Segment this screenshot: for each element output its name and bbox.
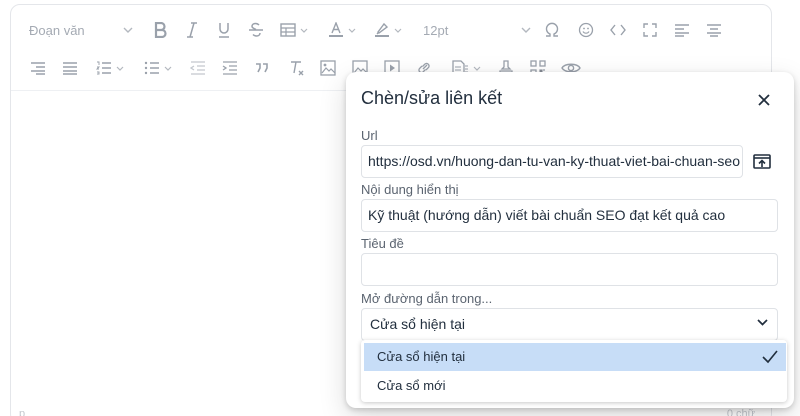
block-format-label: Đoạn văn	[29, 22, 85, 38]
align-right-button[interactable]	[27, 53, 49, 83]
underline-icon	[219, 23, 229, 38]
open-link-in-options: Cửa sổ hiện tại Cửa sổ mới	[361, 340, 787, 402]
select-value: Cửa sổ hiện tại	[370, 316, 465, 332]
align-left-icon	[675, 24, 689, 37]
option-new-window[interactable]: Cửa sổ mới	[364, 372, 786, 400]
align-right-icon	[31, 62, 45, 75]
font-size-label: 12pt	[423, 22, 449, 38]
display-text-input[interactable]: Kỹ thuật (hướng dẫn) viết bài chuẩn SEO …	[361, 199, 778, 232]
blockquote-button[interactable]	[251, 53, 273, 83]
text-color-button[interactable]	[325, 15, 359, 45]
table-icon	[280, 23, 296, 37]
numbered-list-button[interactable]	[91, 53, 129, 83]
open-link-in-label: Mở đường dẫn trong...	[361, 291, 493, 306]
clear-formatting-button[interactable]	[285, 53, 307, 83]
close-icon	[758, 94, 770, 106]
title-input[interactable]	[361, 253, 778, 286]
chevron-down-icon	[164, 66, 172, 71]
insert-link-dialog: Chèn/sửa liên kết Url https://osd.vn/huo…	[346, 72, 794, 408]
outdent-button[interactable]	[187, 53, 209, 83]
url-input[interactable]: https://osd.vn/huong-dan-tu-van-ky-thuat…	[361, 145, 743, 178]
justify-icon	[63, 62, 77, 75]
open-link-in-select[interactable]: Cửa sổ hiện tại	[361, 308, 778, 341]
emoticons-button[interactable]	[575, 15, 597, 45]
outdent-icon	[190, 61, 205, 75]
browse-button[interactable]	[750, 150, 774, 174]
option-current-window[interactable]: Cửa sổ hiện tại	[364, 343, 786, 371]
text-color-icon	[329, 22, 343, 37]
url-label: Url	[361, 128, 378, 143]
bullet-list-button[interactable]	[139, 53, 177, 83]
chevron-down-icon	[123, 27, 133, 33]
table-button[interactable]	[277, 15, 311, 45]
chevron-down-icon	[348, 28, 356, 33]
strikethrough-icon	[249, 22, 263, 37]
checkmark-icon	[762, 350, 778, 364]
option-label: Cửa sổ hiện tại	[377, 349, 466, 364]
smiley-icon	[578, 22, 594, 38]
special-character-button[interactable]	[541, 15, 563, 45]
omega-icon	[545, 22, 559, 37]
chevron-down-icon	[521, 27, 531, 33]
title-label: Tiêu đề	[361, 236, 404, 251]
align-left-button[interactable]	[671, 15, 693, 45]
indent-icon	[222, 61, 237, 75]
browse-icon	[753, 154, 771, 169]
element-path[interactable]: p	[19, 408, 25, 416]
word-count: 0 chữ	[726, 408, 755, 416]
bullet-list-icon	[144, 61, 159, 75]
italic-icon	[187, 22, 197, 38]
bold-button[interactable]	[149, 15, 171, 45]
chevron-down-icon	[473, 66, 481, 71]
source-code-button[interactable]	[607, 15, 629, 45]
chevron-down-icon	[394, 28, 402, 33]
strikethrough-button[interactable]	[245, 15, 267, 45]
align-center-icon	[707, 24, 721, 37]
toolbar-row-1: Đoạn văn 12pt	[11, 11, 771, 51]
underline-button[interactable]	[213, 15, 235, 45]
numbered-list-icon	[96, 61, 111, 75]
justify-button[interactable]	[59, 53, 81, 83]
option-label: Cửa sổ mới	[377, 378, 446, 393]
chevron-down-icon	[757, 319, 768, 326]
chevron-down-icon	[116, 66, 124, 71]
block-format-dropdown[interactable]: Đoạn văn	[17, 15, 137, 45]
close-button[interactable]	[752, 88, 776, 112]
clear-format-icon	[291, 61, 304, 76]
italic-button[interactable]	[181, 15, 203, 45]
font-size-dropdown[interactable]: 12pt	[415, 15, 535, 45]
highlighter-icon	[375, 22, 389, 37]
dialog-title: Chèn/sửa liên kết	[361, 88, 503, 108]
fullscreen-icon	[643, 23, 657, 37]
fullscreen-button[interactable]	[639, 15, 661, 45]
bold-icon	[154, 22, 167, 38]
highlight-color-button[interactable]	[371, 15, 405, 45]
code-icon	[610, 24, 626, 36]
image-icon	[320, 60, 336, 76]
indent-button[interactable]	[219, 53, 241, 83]
quote-icon	[256, 63, 268, 73]
display-text-label: Nội dung hiển thị	[361, 182, 459, 197]
chevron-down-icon	[300, 28, 308, 33]
insert-image-button[interactable]	[317, 53, 339, 83]
align-center-button[interactable]	[703, 15, 725, 45]
